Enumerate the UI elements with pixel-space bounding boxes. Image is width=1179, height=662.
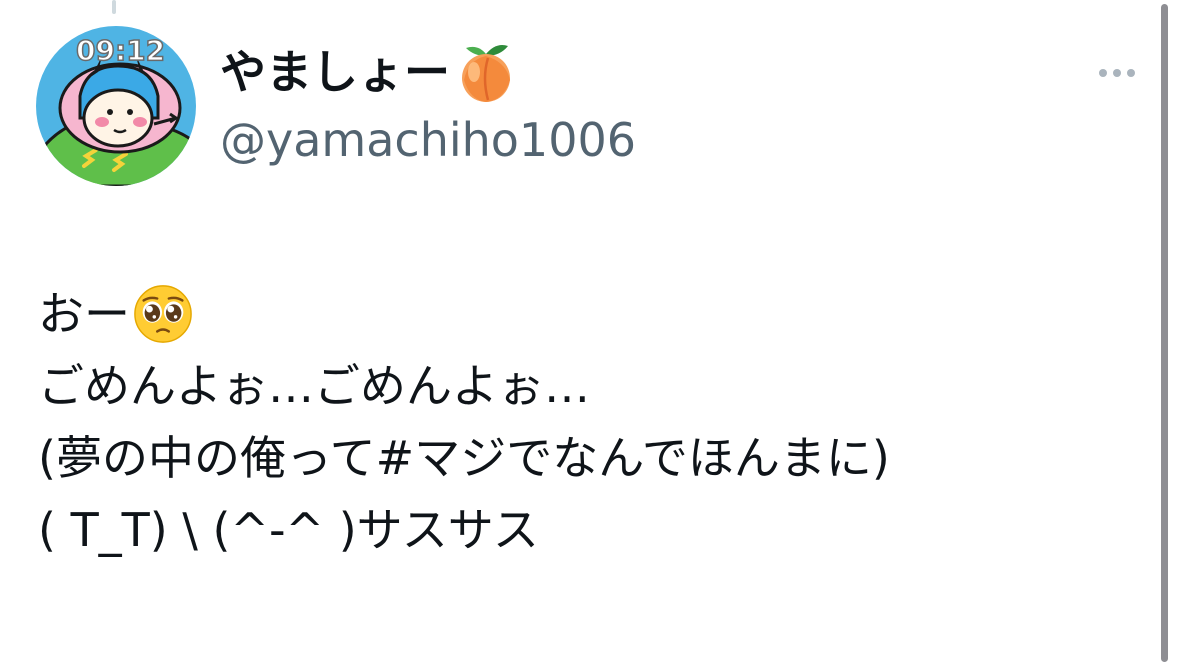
- display-name[interactable]: やましょー: [220, 40, 518, 104]
- peach-emoji-icon: [462, 45, 510, 102]
- avatar-illustration: 09:12: [36, 26, 196, 186]
- more-dots-icon: [1099, 69, 1107, 77]
- avatar-clock-text: 09:12: [76, 34, 165, 67]
- pleading-face-emoji-icon: [134, 285, 192, 343]
- tweet-line-3: (夢の中の俺って#マジでなんでほんまに): [38, 431, 890, 485]
- tweet-text: おー ごめんよぉ…ごめんよぉ… (夢の中の俺って#マジでなんでほんまに) ( T…: [38, 278, 1148, 566]
- more-dots-icon: [1113, 69, 1121, 77]
- tweet-line-2: ごめんよぉ…ごめんよぉ…: [38, 359, 590, 413]
- tweet-line-4: ( T_T) \ (^-^ )サスサス: [38, 503, 539, 557]
- thread-connector-line: [112, 0, 116, 14]
- display-name-text: やましょー: [220, 45, 450, 99]
- tweet-line-1: おー: [38, 278, 1148, 350]
- more-dots-icon: [1127, 69, 1135, 77]
- tweet-line-1-text: おー: [38, 287, 130, 341]
- scrollbar[interactable]: [1161, 4, 1168, 662]
- user-handle[interactable]: @yamachiho1006: [220, 108, 636, 172]
- avatar[interactable]: 09:12: [36, 26, 196, 186]
- more-options-button[interactable]: [1092, 56, 1142, 90]
